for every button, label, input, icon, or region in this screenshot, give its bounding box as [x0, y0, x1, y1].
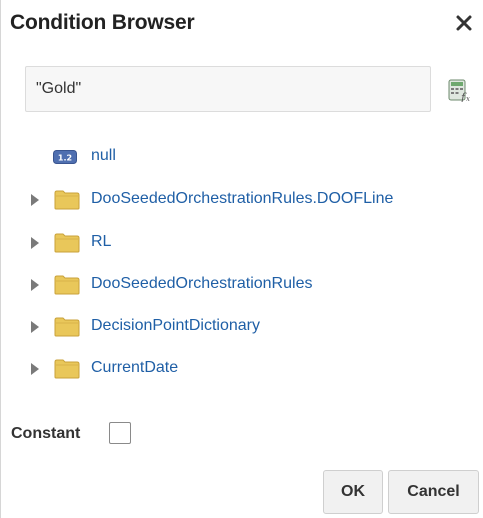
expand-arrow-icon[interactable]	[29, 236, 41, 250]
folder-icon	[54, 317, 80, 337]
tree-item-label: DecisionPointDictionary	[91, 317, 260, 334]
tree-item-decision-point-dictionary[interactable]: DecisionPointDictionary	[1, 310, 483, 344]
tree-item-label: DooSeededOrchestrationRules	[91, 275, 313, 292]
tree-item-null[interactable]: 1.2 null	[1, 140, 483, 174]
svg-text:1.2: 1.2	[58, 154, 72, 163]
close-icon[interactable]	[453, 12, 475, 34]
expression-builder-icon[interactable]: f x	[447, 78, 471, 104]
tree-item-label: null	[91, 147, 116, 164]
null-value-icon: 1.2	[53, 150, 77, 164]
search-input[interactable]	[26, 67, 430, 111]
expand-arrow-icon[interactable]	[29, 278, 41, 292]
tree-item-rl[interactable]: RL	[1, 226, 483, 260]
condition-browser-dialog: Condition Browser f x 1.2	[0, 0, 483, 518]
cancel-button[interactable]: Cancel	[388, 470, 479, 514]
tree-item-label: RL	[91, 233, 112, 250]
expand-arrow-icon[interactable]	[29, 320, 41, 334]
svg-text:x: x	[466, 95, 470, 102]
constant-checkbox[interactable]	[109, 422, 131, 444]
dialog-title: Condition Browser	[10, 11, 195, 34]
tree-item-label: DooSeededOrchestrationRules.DOOFLine	[91, 190, 394, 207]
tree-item-doofline[interactable]: DooSeededOrchestrationRules.DOOFLine	[1, 183, 483, 217]
constant-label: Constant	[11, 425, 81, 442]
search-field-container	[25, 66, 431, 112]
folder-icon	[54, 233, 80, 253]
expand-arrow-icon[interactable]	[29, 193, 41, 207]
folder-icon	[54, 190, 80, 210]
expand-arrow-icon[interactable]	[29, 362, 41, 376]
ok-button[interactable]: OK	[323, 470, 383, 514]
folder-icon	[54, 359, 80, 379]
tree-item-current-date[interactable]: CurrentDate	[1, 352, 483, 386]
folder-icon	[54, 275, 80, 295]
tree-item-orchestration-rules[interactable]: DooSeededOrchestrationRules	[1, 268, 483, 302]
tree-item-label: CurrentDate	[91, 359, 179, 376]
